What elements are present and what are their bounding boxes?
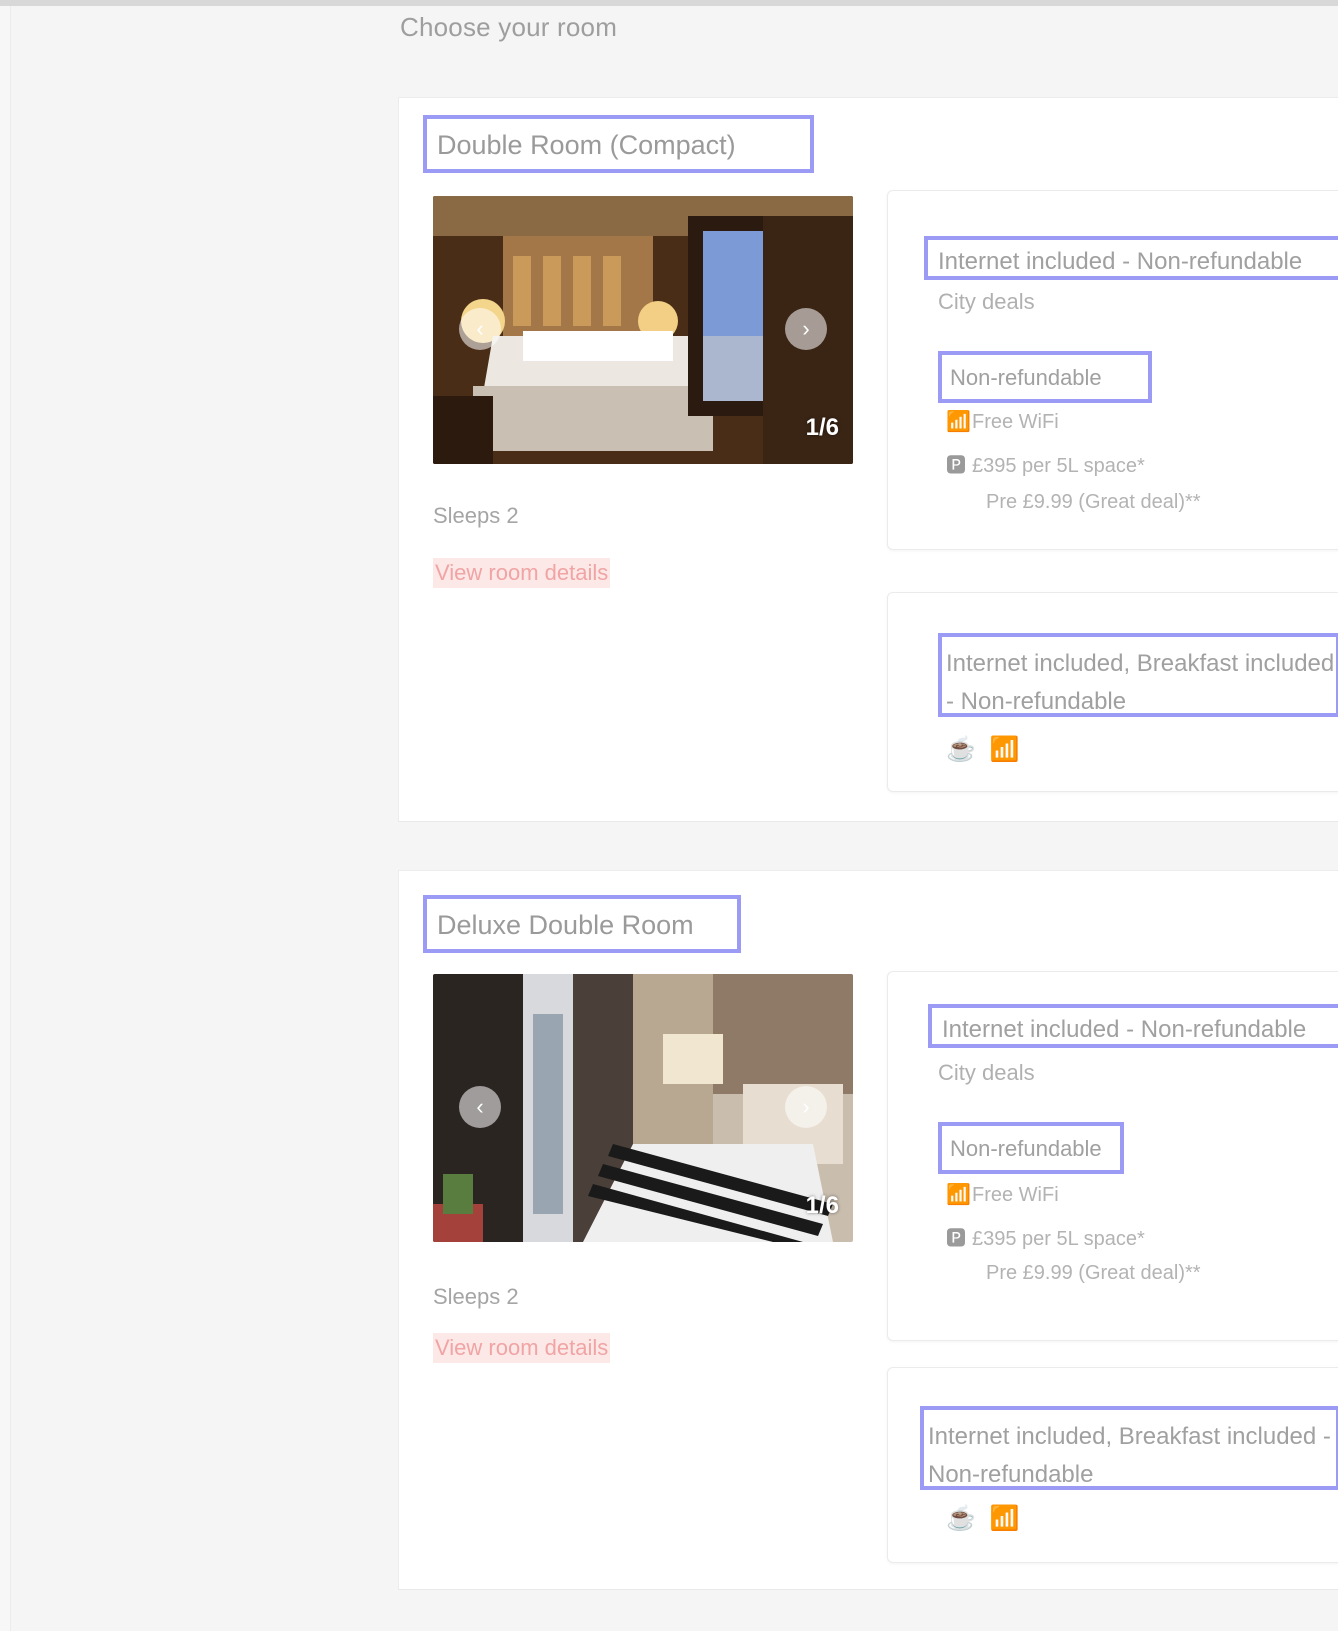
rate-offer: Internet included - Non-refundable City …: [887, 971, 1338, 1341]
photo-prev-button[interactable]: ‹: [459, 308, 501, 350]
rate-title[interactable]: Internet included - Non-refundable: [928, 1004, 1338, 1048]
wifi-icon: 📶: [989, 736, 1034, 763]
left-gutter: [0, 6, 11, 1631]
room-photo[interactable]: ‹ › 1/6: [433, 974, 853, 1242]
rate-amenity-icons: ☕📶: [946, 735, 1034, 764]
rate-title[interactable]: Internet included, Breakfast included - …: [938, 633, 1338, 717]
rate-offer: Internet included, Breakfast included - …: [887, 592, 1338, 792]
feature-note: Pre £9.99 (Great deal)**: [986, 1262, 1201, 1284]
breakfast-icon: ☕: [946, 736, 990, 763]
rate-amenity-icons: ☕📶: [946, 1504, 1034, 1533]
breakfast-icon: ☕: [946, 1505, 990, 1532]
room-photo[interactable]: ‹ › 1/6: [433, 196, 853, 464]
wifi-icon: 📶: [946, 411, 971, 433]
room-details-link[interactable]: View room details: [433, 558, 611, 588]
wifi-icon: 📶: [989, 1505, 1034, 1532]
room-card: Double Room (Compact) ‹ › 1/6 Sleeps 2 V…: [398, 97, 1338, 822]
non-refundable-badge: Non-refundable: [938, 351, 1152, 403]
photo-next-button[interactable]: ›: [785, 308, 827, 350]
rate-subtitle: City deals: [938, 1060, 1035, 1085]
room-title[interactable]: Double Room (Compact): [423, 115, 814, 173]
photo-counter: 1/6: [805, 414, 839, 441]
non-refundable-badge: Non-refundable: [938, 1122, 1124, 1174]
feature-parking: 🅿 £395 per 5L space*: [946, 1222, 1145, 1251]
feature-wifi: 📶Free WiFi: [946, 1184, 1059, 1206]
sleeps-text: Sleeps 2: [433, 503, 519, 528]
rate-title[interactable]: Internet included - Non-refundable: [924, 236, 1338, 280]
parking-icon: 🅿: [946, 1228, 966, 1250]
room-details-link[interactable]: View room details: [433, 1333, 611, 1363]
feature-note: Pre £9.99 (Great deal)**: [986, 491, 1201, 513]
feature-parking: 🅿 £395 per 5L space*: [946, 449, 1145, 478]
section-title: Choose your room: [400, 12, 618, 42]
room-title[interactable]: Deluxe Double Room: [423, 895, 741, 953]
photo-prev-button[interactable]: ‹: [459, 1086, 501, 1128]
parking-icon: 🅿: [946, 455, 966, 477]
photo-next-button[interactable]: ›: [785, 1086, 827, 1128]
rate-subtitle: City deals: [938, 289, 1035, 314]
top-border: [0, 0, 1338, 6]
rate-offer: Internet included - Non-refundable City …: [887, 190, 1338, 550]
rate-title[interactable]: Internet included, Breakfast included - …: [920, 1406, 1338, 1490]
room-card: Deluxe Double Room ‹ › 1/6 Sleeps 2 View…: [398, 870, 1338, 1590]
photo-counter: 1/6: [805, 1192, 839, 1219]
rate-offer: Internet included, Breakfast included - …: [887, 1367, 1338, 1563]
feature-wifi: 📶Free WiFi: [946, 411, 1059, 433]
wifi-icon: 📶: [946, 1184, 971, 1206]
sleeps-text: Sleeps 2: [433, 1284, 519, 1309]
